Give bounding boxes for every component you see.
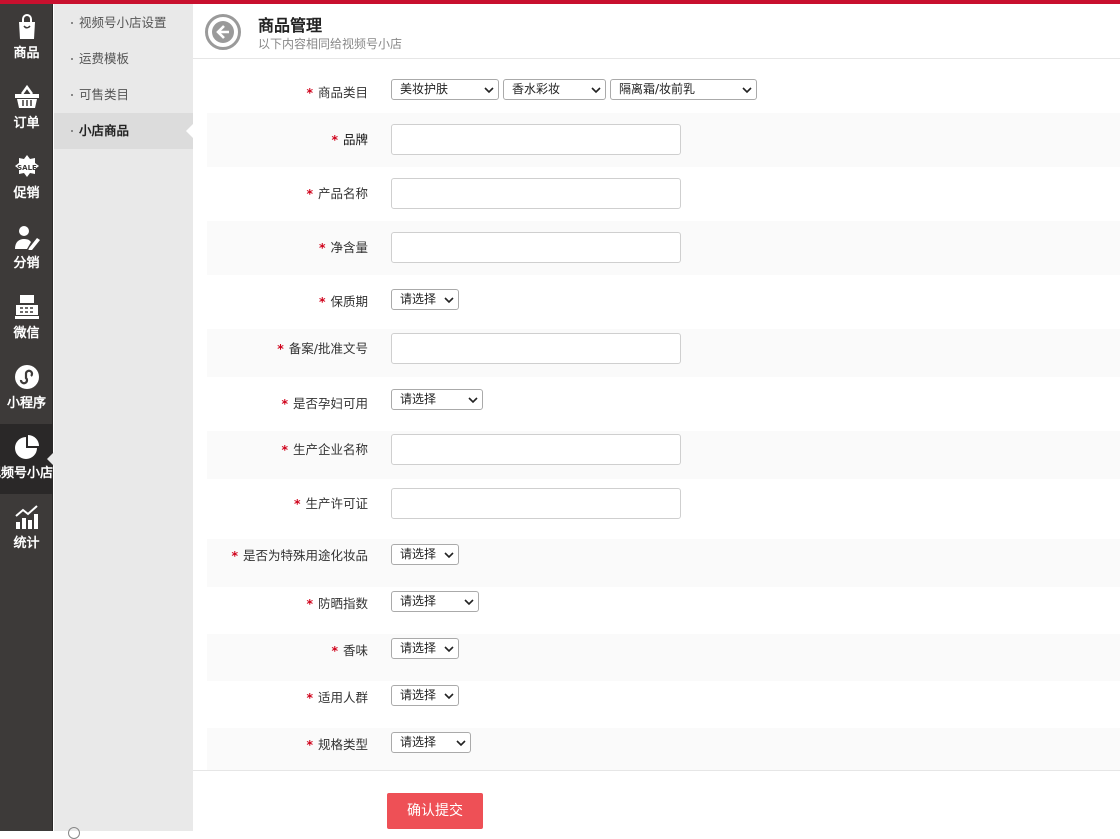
nav-item-mini-program[interactable]: 小程序: [0, 354, 53, 424]
sale-badge-icon: SALE: [0, 154, 53, 182]
form-row-special-use: * 是否为特殊用途化妆品 请选择: [207, 539, 1120, 587]
chevron-down-icon: [484, 87, 494, 94]
brand-input[interactable]: [391, 124, 681, 155]
field-label: * 是否孕妇可用: [281, 396, 368, 411]
form-row-license: * 生产许可证: [207, 479, 1120, 539]
page-subtitle: 以下内容相同给视频号小店: [258, 37, 403, 51]
license-input[interactable]: [391, 488, 681, 519]
chevron-down-icon: [591, 87, 601, 94]
chevron-down-icon: [444, 693, 454, 700]
form-row-net-content: * 净含量: [207, 221, 1120, 275]
subnav-item-shop-goods[interactable]: 小店商品: [54, 113, 193, 149]
spf-select[interactable]: 请选择: [391, 591, 479, 612]
form-row-manufacturer: * 生产企业名称: [207, 431, 1120, 479]
subnav-item-shop-settings[interactable]: 视频号小店设置: [54, 5, 193, 41]
page-title: 商品管理: [258, 16, 323, 35]
field-label: * 品牌: [331, 132, 368, 147]
chevron-down-icon: [444, 552, 454, 559]
net-content-input[interactable]: [391, 232, 681, 263]
field-label: * 净含量: [318, 240, 368, 255]
field-label: * 是否为特殊用途化妆品: [231, 548, 368, 563]
field-label: * 保质期: [318, 294, 368, 309]
mini-program-icon: [0, 364, 53, 392]
nav-item-statistics[interactable]: 统计: [0, 494, 53, 564]
category-select-level1[interactable]: 美妆护肤: [391, 79, 499, 100]
form-row-brand: * 品牌: [207, 113, 1120, 167]
pie-chart-icon: [0, 434, 53, 462]
subnav-item-shipping-template[interactable]: 运费模板: [54, 41, 193, 77]
fragrance-select[interactable]: 请选择: [391, 638, 459, 659]
field-label: * 香味: [331, 643, 368, 658]
back-button[interactable]: [205, 14, 241, 50]
main-sidebar: 商品 订单 SALE 促销 分销 微信 小程序 视频号小店: [0, 4, 54, 831]
nav-item-goods[interactable]: 商品: [0, 4, 53, 74]
help-circle-icon[interactable]: [68, 827, 80, 839]
manufacturer-input[interactable]: [391, 434, 681, 465]
nav-item-promotion[interactable]: SALE 促销: [0, 144, 53, 214]
sub-sidebar: 视频号小店设置 运费模板 可售类目 小店商品: [54, 4, 193, 839]
chevron-down-icon: [468, 397, 478, 404]
subnav-item-sellable-categories[interactable]: 可售类目: [54, 77, 193, 113]
basket-icon: [0, 84, 53, 112]
cash-register-icon: [0, 294, 53, 322]
form-row-pregnant: * 是否孕妇可用 请选择: [207, 377, 1120, 431]
field-label: * 规格类型: [306, 737, 368, 752]
bar-chart-icon: [0, 504, 53, 532]
nav-item-orders[interactable]: 订单: [0, 74, 53, 144]
special-use-select[interactable]: 请选择: [391, 544, 459, 565]
category-select-level2[interactable]: 香水彩妆: [503, 79, 606, 100]
submit-button[interactable]: 确认提交: [387, 793, 483, 829]
form-divider: [193, 770, 1120, 771]
field-label: * 商品类目: [306, 85, 368, 100]
form-row-category: * 商品类目 美妆护肤 香水彩妆 隔离霜/妆前乳: [207, 67, 1120, 113]
form-row-spec-type: * 规格类型 请选择: [207, 728, 1120, 770]
form-row-product-name: * 产品名称: [207, 167, 1120, 221]
svg-text:SALE: SALE: [17, 164, 37, 172]
form-row-target-group: * 适用人群 请选择: [207, 681, 1120, 728]
form-row-approval-no: * 备案/批准文号: [207, 329, 1120, 377]
chevron-down-icon: [444, 646, 454, 653]
arrow-left-icon: [212, 21, 234, 43]
field-label: * 防晒指数: [306, 596, 368, 611]
shopping-bag-icon: [0, 14, 53, 42]
page-header: 商品管理 以下内容相同给视频号小店: [193, 4, 1120, 59]
chevron-down-icon: [464, 599, 474, 606]
form-row-fragrance: * 香味 请选择: [207, 634, 1120, 681]
spec-type-select[interactable]: 请选择: [391, 732, 471, 753]
category-select-level3[interactable]: 隔离霜/妆前乳: [610, 79, 757, 100]
approval-no-input[interactable]: [391, 333, 681, 364]
product-name-input[interactable]: [391, 178, 681, 209]
nav-item-wechat[interactable]: 微信: [0, 284, 53, 354]
form-row-shelf-life: * 保质期 请选择: [207, 275, 1120, 329]
field-label: * 适用人群: [306, 690, 368, 705]
target-group-select[interactable]: 请选择: [391, 685, 459, 706]
chevron-down-icon: [742, 87, 752, 94]
nav-item-video-shop[interactable]: 视频号小店: [0, 424, 54, 494]
nav-item-distribution[interactable]: 分销: [0, 214, 53, 284]
user-pen-icon: [0, 224, 53, 252]
chevron-down-icon: [444, 297, 454, 304]
chevron-down-icon: [456, 740, 466, 747]
pregnant-select[interactable]: 请选择: [391, 389, 483, 410]
field-label: * 备案/批准文号: [277, 341, 368, 356]
field-label: * 生产许可证: [293, 496, 368, 511]
field-label: * 产品名称: [306, 186, 368, 201]
form-row-spf: * 防晒指数 请选择: [207, 587, 1120, 634]
shelf-life-select[interactable]: 请选择: [391, 289, 459, 310]
field-label: * 生产企业名称: [281, 442, 368, 457]
